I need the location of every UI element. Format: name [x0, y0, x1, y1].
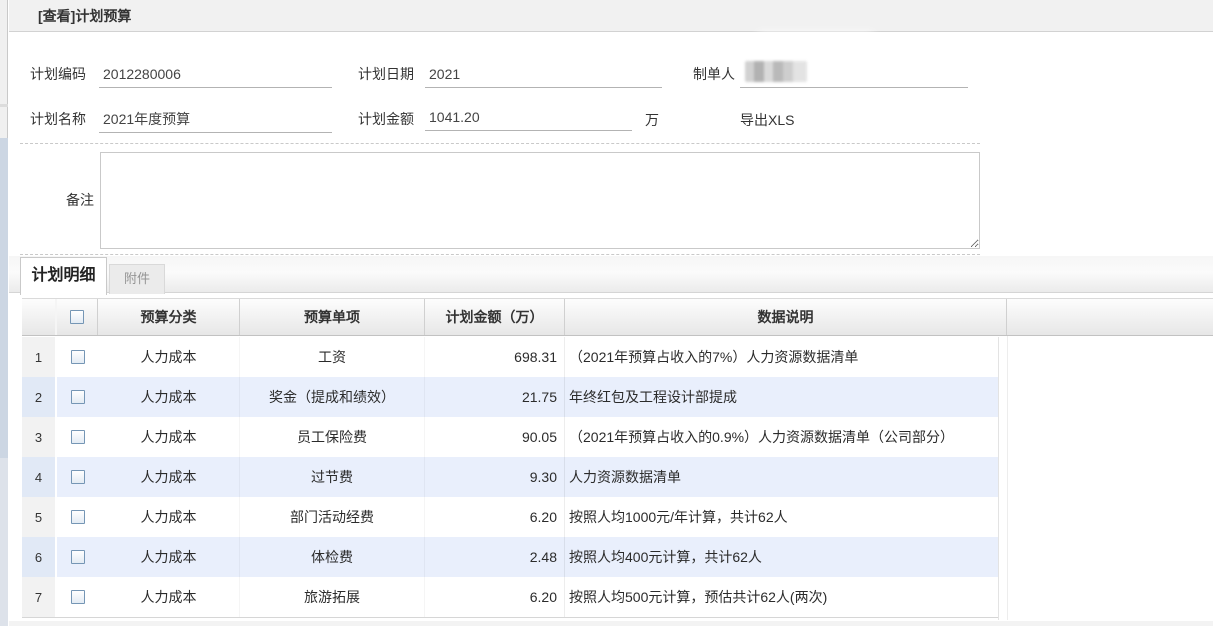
row-number: 3: [22, 417, 57, 457]
cell-budget-item: 体检费: [240, 537, 425, 577]
row-checkbox[interactable]: [71, 590, 85, 604]
export-xls-button[interactable]: 导出XLS: [740, 110, 794, 130]
remarks-textarea[interactable]: [100, 152, 980, 249]
plan-amount-label: 计划金额: [358, 109, 414, 129]
table-row[interactable]: 7 人力成本 旅游拓展 6.20 按照人均500元计算，预估共计62人(两次): [22, 577, 998, 617]
row-checkbox-cell: [57, 577, 98, 617]
cell-plan-amount: 9.30: [425, 457, 565, 497]
cell-data-note: 人力资源数据清单: [565, 457, 998, 497]
row-checkbox[interactable]: [71, 430, 85, 444]
row-checkbox[interactable]: [71, 510, 85, 524]
column-header-budget-item[interactable]: 预算单项: [240, 299, 425, 335]
filler-column-divider: [1007, 336, 1008, 620]
creator-name-redaction-halo: [758, 33, 873, 61]
plan-name-input[interactable]: 2021年度预算: [99, 106, 332, 133]
cell-budget-category: 人力成本: [98, 457, 240, 497]
cell-budget-item: 奖金（提成和绩效）: [240, 377, 425, 417]
cell-budget-item: 部门活动经费: [240, 497, 425, 537]
plan-code-label: 计划编码: [30, 64, 86, 84]
title-bar: [查看]计划预算: [9, 0, 1213, 32]
row-checkbox-cell: [57, 537, 98, 577]
header-checkbox-cell: [57, 299, 98, 335]
table-row[interactable]: 4 人力成本 过节费 9.30 人力资源数据清单: [22, 457, 998, 497]
cell-plan-amount: 21.75: [425, 377, 565, 417]
row-number: 5: [22, 497, 57, 537]
cell-plan-amount: 698.31: [425, 337, 565, 377]
cell-data-note: （2021年预算占收入的0.9%）人力资源数据清单（公司部分）: [565, 417, 998, 457]
plan-amount-input[interactable]: 1041.20: [425, 104, 632, 131]
table-row[interactable]: 6 人力成本 体检费 2.48 按照人均400元计算，共计62人: [22, 537, 998, 577]
remarks-label: 备注: [66, 190, 94, 210]
table-row[interactable]: 1 人力成本 工资 698.31 （2021年预算占收入的7%）人力资源数据清单: [22, 337, 998, 377]
row-number: 1: [22, 337, 57, 377]
cell-data-note: 年终红包及工程设计部提成: [565, 377, 998, 417]
row-checkbox-cell: [57, 337, 98, 377]
row-checkbox[interactable]: [71, 390, 85, 404]
table-row[interactable]: 3 人力成本 员工保险费 90.05 （2021年预算占收入的0.9%）人力资源…: [22, 417, 998, 457]
table-header: 预算分类 预算单项 计划金额（万） 数据说明: [22, 298, 1213, 336]
tab-strip: [9, 256, 1213, 293]
cell-budget-category: 人力成本: [98, 377, 240, 417]
row-checkbox[interactable]: [71, 550, 85, 564]
cell-plan-amount: 90.05: [425, 417, 565, 457]
cell-budget-category: 人力成本: [98, 497, 240, 537]
column-header-filler: [1007, 299, 1213, 335]
cell-budget-item: 工资: [240, 337, 425, 377]
creator-name-redacted: [745, 61, 807, 82]
cell-budget-category: 人力成本: [98, 337, 240, 377]
cell-data-note: 按照人均500元计算，预估共计62人(两次): [565, 577, 998, 617]
row-number: 6: [22, 537, 57, 577]
column-header-plan-amount[interactable]: 计划金额（万）: [425, 299, 565, 335]
column-header-budget-category[interactable]: 预算分类: [98, 299, 240, 335]
cell-plan-amount: 6.20: [425, 577, 565, 617]
bottom-edge: [9, 621, 1213, 626]
row-number: 2: [22, 377, 57, 417]
tab-attachments[interactable]: 附件: [109, 264, 165, 294]
cell-plan-amount: 6.20: [425, 497, 565, 537]
plan-code-input[interactable]: 2012280006: [99, 61, 332, 88]
separator-bottom: [20, 254, 980, 255]
plan-name-label: 计划名称: [30, 109, 86, 129]
creator-label: 制单人: [693, 64, 735, 84]
cell-data-note: 按照人均1000元/年计算，共计62人: [565, 497, 998, 537]
row-checkbox[interactable]: [71, 470, 85, 484]
cell-data-note: （2021年预算占收入的7%）人力资源数据清单: [565, 337, 998, 377]
cell-budget-category: 人力成本: [98, 417, 240, 457]
table-body-right-edge: [998, 337, 999, 620]
row-checkbox-cell: [57, 457, 98, 497]
page-title: [查看]计划预算: [38, 0, 131, 32]
tab-plan-details[interactable]: 计划明细: [20, 257, 107, 295]
cell-data-note: 按照人均400元计算，共计62人: [565, 537, 998, 577]
view-plan-budget-window: [查看]计划预算 计划编码 2012280006 计划日期 2021 制单人 计…: [0, 0, 1213, 626]
table-row[interactable]: 2 人力成本 奖金（提成和绩效） 21.75 年终红包及工程设计部提成: [22, 377, 998, 417]
cell-budget-category: 人力成本: [98, 577, 240, 617]
plan-date-input[interactable]: 2021: [425, 61, 662, 88]
cell-budget-category: 人力成本: [98, 537, 240, 577]
background-page-edge: [0, 0, 8, 626]
cell-budget-item: 旅游拓展: [240, 577, 425, 617]
cell-budget-item: 员工保险费: [240, 417, 425, 457]
plan-amount-unit: 万: [645, 110, 659, 130]
cell-plan-amount: 2.48: [425, 537, 565, 577]
column-header-data-note[interactable]: 数据说明: [565, 299, 1007, 335]
header-row-number-cell: [22, 299, 57, 335]
row-checkbox-cell: [57, 377, 98, 417]
table-row[interactable]: 5 人力成本 部门活动经费 6.20 按照人均1000元/年计算，共计62人: [22, 497, 998, 537]
separator-top: [20, 143, 980, 144]
row-checkbox-cell: [57, 497, 98, 537]
row-number: 4: [22, 457, 57, 497]
row-checkbox[interactable]: [71, 350, 85, 364]
row-checkbox-cell: [57, 417, 98, 457]
cell-budget-item: 过节费: [240, 457, 425, 497]
table-body: 1 人力成本 工资 698.31 （2021年预算占收入的7%）人力资源数据清单…: [22, 337, 998, 618]
row-number: 7: [22, 577, 57, 617]
plan-date-label: 计划日期: [358, 64, 414, 84]
select-all-checkbox[interactable]: [70, 310, 84, 324]
